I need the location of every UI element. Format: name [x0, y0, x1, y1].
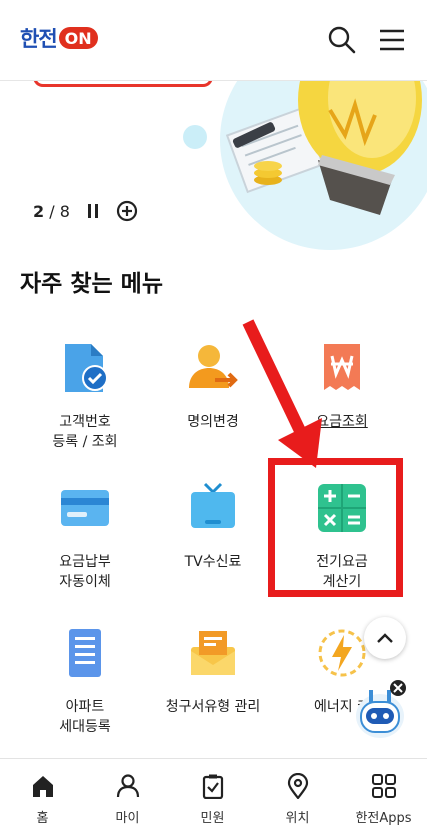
plus-circle-icon[interactable]: [116, 200, 138, 222]
home-icon: [32, 776, 53, 797]
bottom-tab-bar: 홈 마이 민원 위치 한전Apps: [0, 758, 427, 840]
energy-icon: [318, 629, 366, 677]
menu-item-label: 요금조회: [316, 414, 368, 430]
section-title: 자주 찾는 메뉴: [20, 271, 163, 297]
tab-location[interactable]: 위치: [255, 759, 340, 840]
apartment-icon: [69, 629, 101, 677]
tab-label: 한전Apps: [355, 811, 412, 826]
tab-label: 마이: [115, 811, 140, 826]
total-pages: 8: [59, 201, 70, 221]
chatbot-mascot-icon: [356, 680, 406, 738]
clipboard-check-icon: [202, 774, 223, 800]
pause-icon[interactable]: [82, 200, 104, 222]
menu-item-apartment[interactable]: 아파트 세대등록: [14, 625, 156, 737]
current-page: 2: [33, 201, 45, 221]
tab-civil[interactable]: 민원: [170, 759, 255, 840]
banner-page-indicator: 2 / 8: [33, 202, 70, 221]
scroll-to-top-button[interactable]: [364, 617, 406, 659]
kepco-on-logo[interactable]: 한전 ON: [20, 25, 98, 51]
customer-number-check-icon: [65, 344, 108, 392]
hamburger-menu-icon[interactable]: [376, 24, 408, 56]
tab-label: 홈: [36, 811, 49, 826]
name-change-icon: [189, 345, 238, 388]
card-payment-icon: [61, 490, 109, 526]
menu-item-label: 요금납부 자동이체: [59, 554, 111, 590]
chatbot-button[interactable]: [352, 676, 412, 740]
highlight-box: [268, 458, 403, 597]
tab-label: 민원: [200, 811, 225, 826]
location-pin-icon: [287, 772, 308, 800]
menu-item-label: 청구서유형 관리: [165, 699, 261, 715]
tab-label: 위치: [285, 811, 310, 826]
page-separator: /: [49, 201, 55, 221]
logo-text: 한전: [20, 27, 58, 51]
promo-banner[interactable]: [0, 80, 427, 250]
bill-inquiry-icon: [324, 344, 360, 390]
banner-slide-controls: 2 / 8: [33, 200, 138, 222]
tv-icon: [191, 482, 235, 528]
app-header: 한전 ON: [0, 0, 427, 81]
menu-item-bill-type[interactable]: 청구서유형 관리: [142, 625, 284, 717]
menu-item-customer-number[interactable]: 고객번호 등록 / 조회: [14, 340, 156, 452]
menu-item-name-change[interactable]: 명의변경: [142, 340, 284, 432]
tab-home[interactable]: 홈: [0, 759, 85, 840]
menu-item-label: 아파트 세대등록: [59, 699, 111, 735]
menu-item-label: 고객번호 등록 / 조회: [52, 414, 118, 450]
search-icon[interactable]: [326, 24, 358, 56]
chevron-up-icon: [377, 633, 393, 643]
user-icon: [116, 774, 139, 798]
menu-item-tv-fee[interactable]: TV수신료: [142, 480, 284, 572]
logo-on-badge: ON: [58, 27, 98, 49]
menu-item-label: TV수신료: [184, 554, 242, 570]
menu-item-label: 명의변경: [187, 414, 239, 430]
apps-grid-icon: [371, 774, 396, 798]
menu-item-auto-payment[interactable]: 요금납부 자동이체: [14, 480, 156, 592]
tab-apps[interactable]: 한전Apps: [340, 759, 427, 840]
tab-my[interactable]: 마이: [85, 759, 170, 840]
envelope-icon: [191, 631, 235, 675]
menu-item-bill-inquiry[interactable]: 요금조회: [271, 340, 413, 432]
banner-illustration: [183, 80, 427, 250]
